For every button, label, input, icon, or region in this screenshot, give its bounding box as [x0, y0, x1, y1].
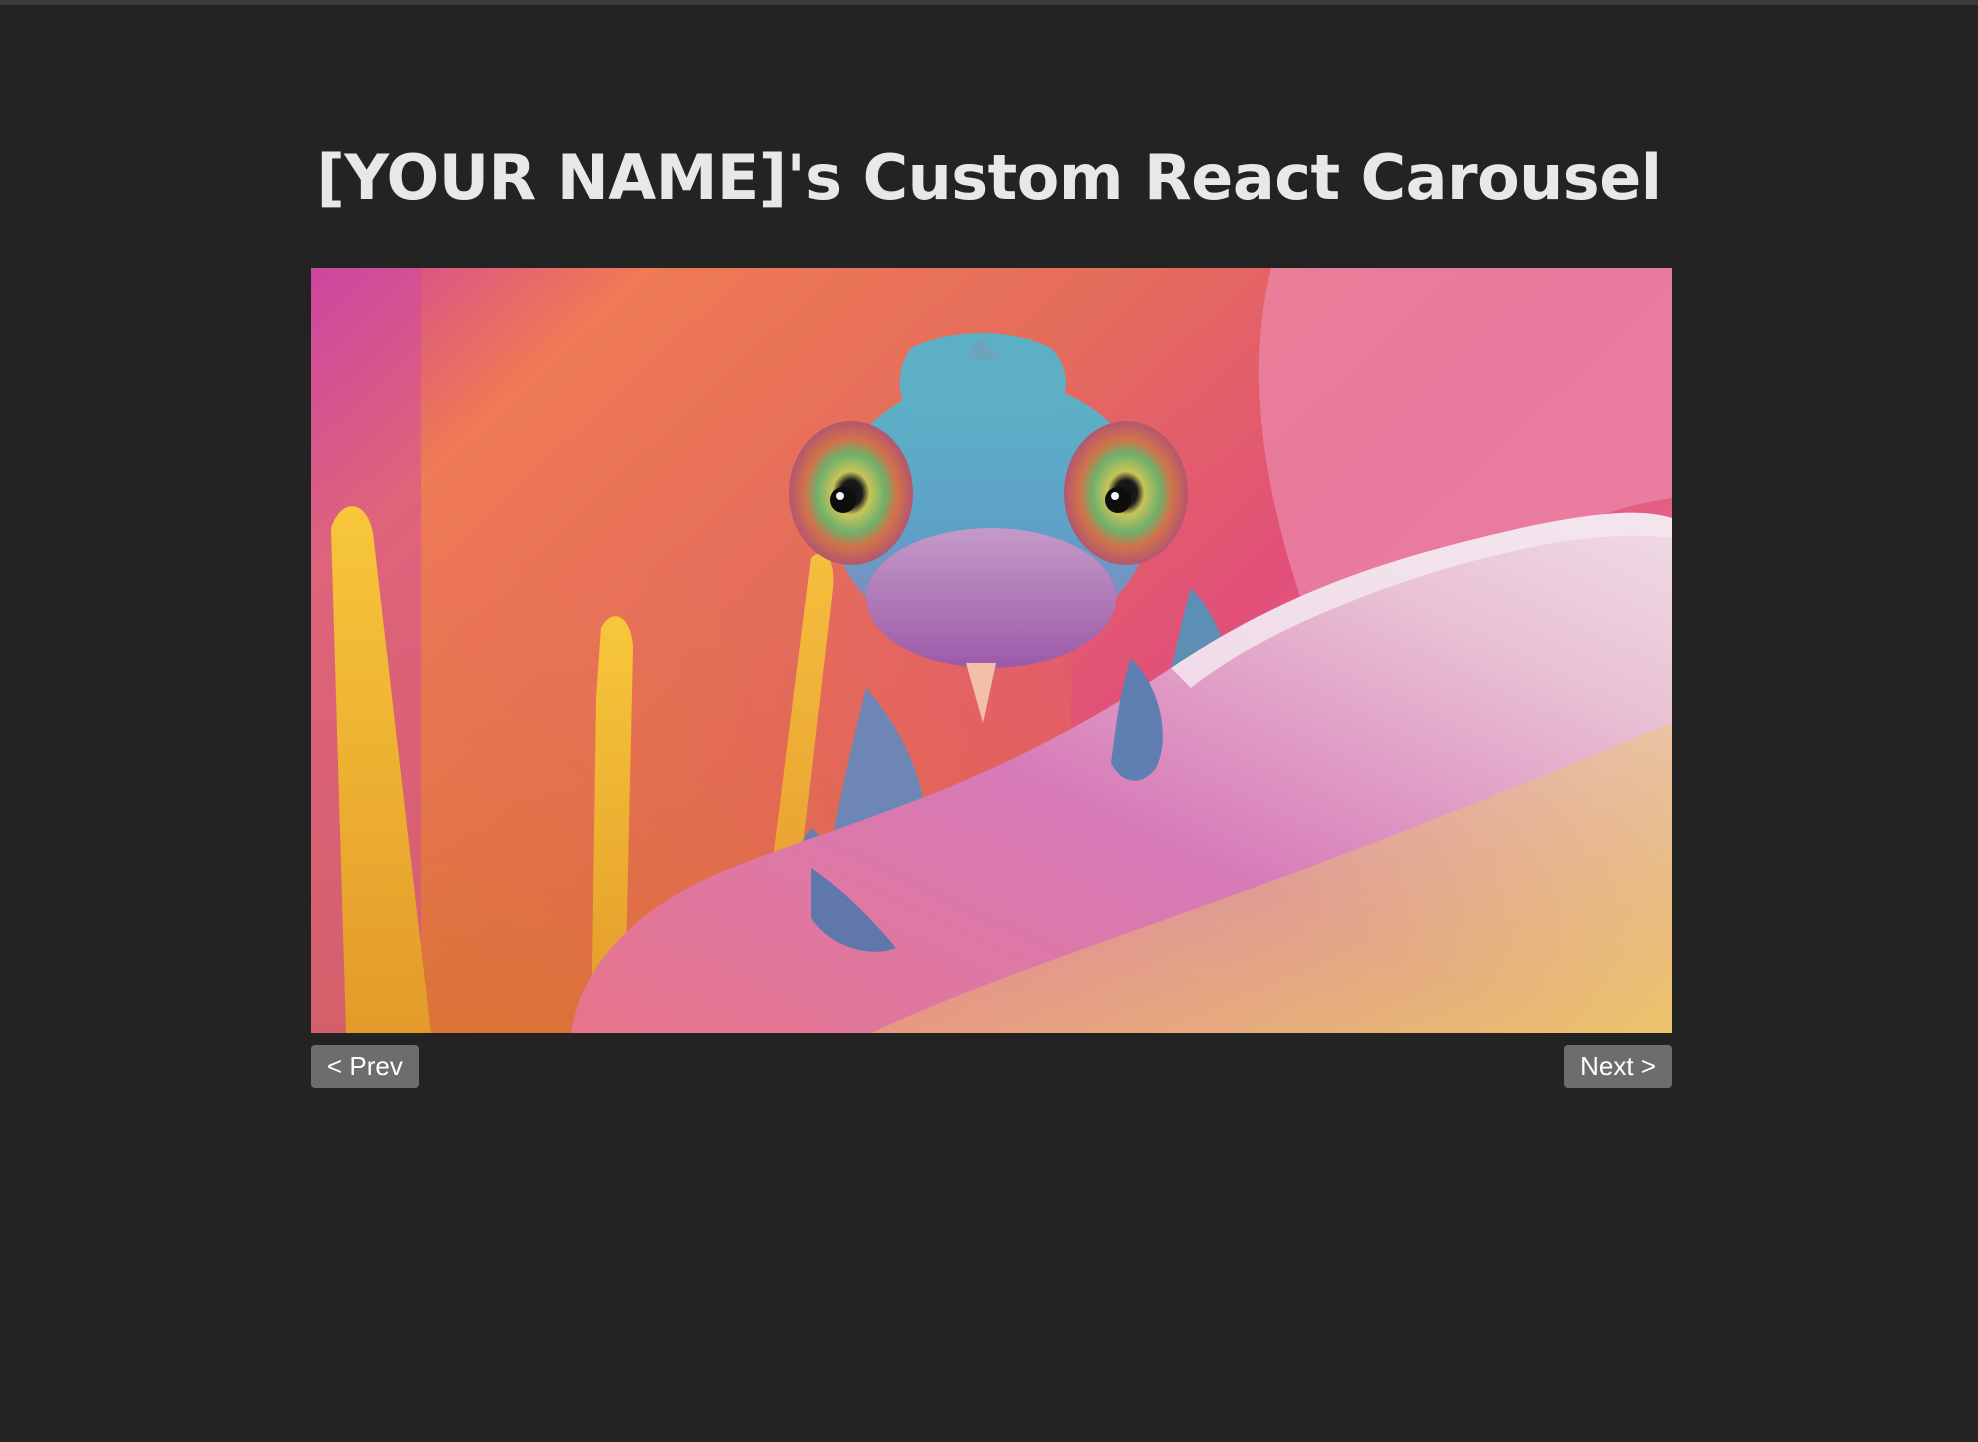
prev-button[interactable]: < Prev	[311, 1045, 419, 1088]
page-title: [YOUR NAME]'s Custom React Carousel	[316, 141, 1662, 214]
carousel-slide-image	[311, 268, 1672, 1033]
window-top-border	[0, 0, 1978, 5]
next-button[interactable]: Next >	[1564, 1045, 1672, 1088]
carousel	[311, 268, 1672, 1033]
